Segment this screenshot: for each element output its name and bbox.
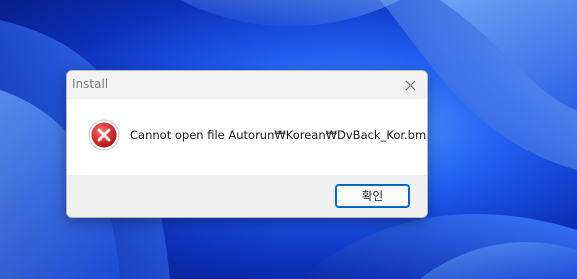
ok-button[interactable]: 확인 xyxy=(335,184,410,208)
close-icon xyxy=(405,76,416,95)
install-dialog: Install Cannot open file Autorun₩Korean₩… xyxy=(66,70,428,218)
error-message: Cannot open file Autorun₩Korean₩DvBack_K… xyxy=(130,128,428,142)
error-icon xyxy=(88,119,120,151)
title-bar[interactable]: Install xyxy=(67,71,427,99)
dialog-footer: 확인 xyxy=(67,175,427,217)
dialog-content: Cannot open file Autorun₩Korean₩DvBack_K… xyxy=(67,99,427,175)
close-button[interactable] xyxy=(393,71,427,99)
window-title: Install xyxy=(72,77,109,91)
